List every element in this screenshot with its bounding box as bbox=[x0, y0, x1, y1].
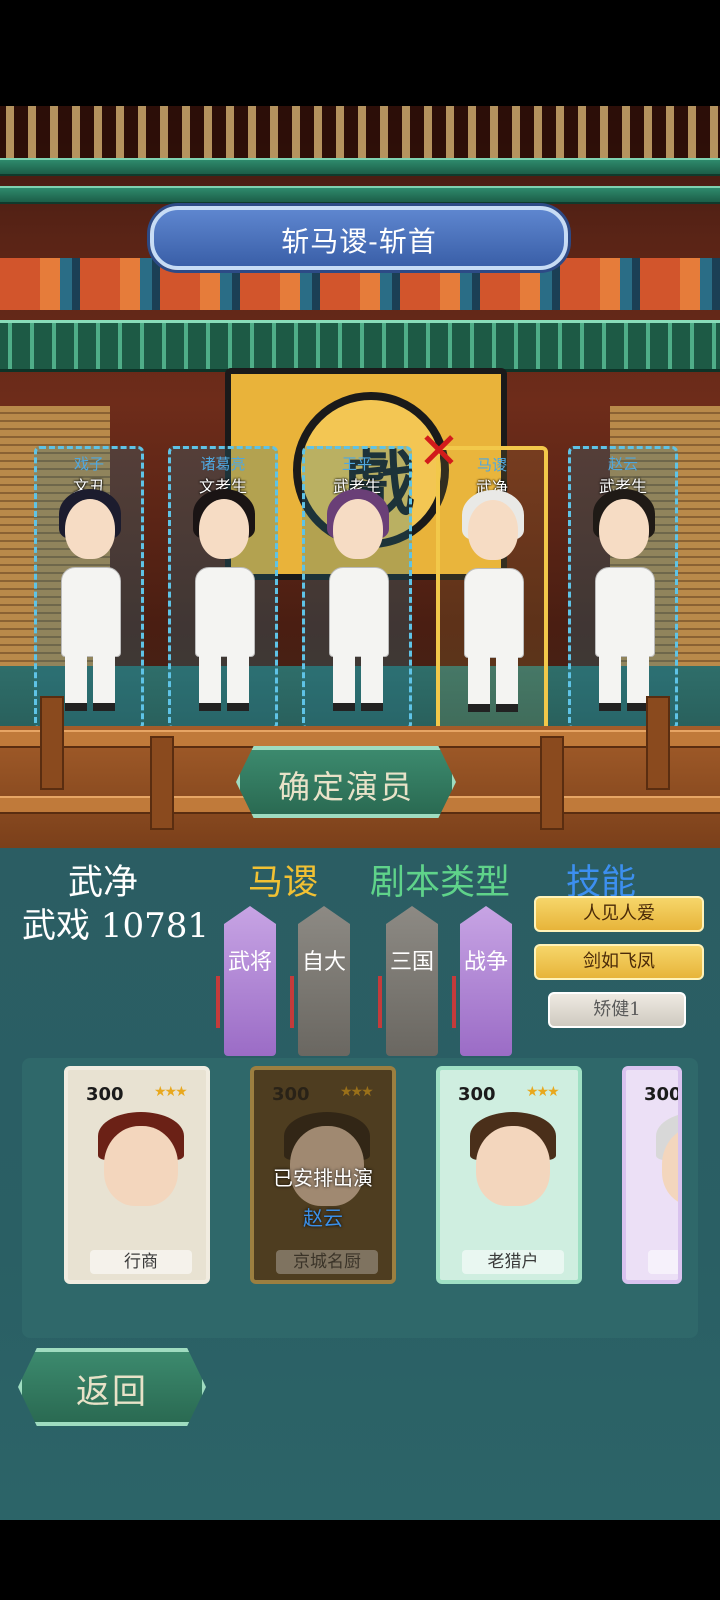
script-tag: 战争 bbox=[460, 906, 512, 1056]
script-tag-text: 自大 bbox=[301, 950, 346, 975]
skill-badge[interactable]: 人见人爱 bbox=[534, 896, 704, 932]
role-score: 武戏 10781 bbox=[22, 906, 209, 946]
script-tag-text: 武将 bbox=[227, 950, 272, 975]
actor-body bbox=[464, 568, 524, 658]
actor-body bbox=[195, 567, 255, 657]
character-card[interactable]: 300 ★★★ 行商 bbox=[64, 1066, 210, 1284]
actor-slot[interactable]: 赵云 武老生 bbox=[568, 446, 678, 730]
actor-face bbox=[333, 499, 383, 559]
rail-post bbox=[40, 696, 64, 790]
actor-shoes bbox=[333, 703, 383, 711]
remove-actor-icon[interactable]: ✕ bbox=[418, 422, 460, 480]
actor-face bbox=[65, 499, 115, 559]
actor-character-name: 诸葛亮 bbox=[200, 455, 246, 473]
actor-legs bbox=[65, 653, 115, 705]
rail-post bbox=[150, 736, 174, 830]
script-tag-text: 三国 bbox=[389, 950, 434, 975]
actor-face bbox=[599, 499, 649, 559]
script-tag: 三国 bbox=[386, 906, 438, 1056]
card-list[interactable]: 300★★★行商300★★★京城名厨已安排出演赵云300★★★老猎户300清 bbox=[22, 1058, 698, 1338]
card-assigned-actor: 赵云 bbox=[303, 1206, 343, 1230]
card-portrait bbox=[476, 1126, 550, 1206]
card-portrait bbox=[104, 1126, 178, 1206]
confirm-actors-label: 确定演员 bbox=[277, 768, 414, 806]
star-icon: ★★★ bbox=[154, 1084, 188, 1100]
actor-legs bbox=[333, 653, 383, 705]
actor-legs bbox=[199, 653, 249, 705]
play-title-banner: 斩马谡-斩首 bbox=[150, 206, 568, 270]
skill-badge[interactable]: 剑如飞凤 bbox=[534, 944, 704, 980]
card-name: 行商 bbox=[90, 1250, 192, 1274]
play-title: 斩马谡-斩首 bbox=[281, 225, 437, 258]
actor-shoes bbox=[199, 703, 249, 711]
tag-tassel bbox=[378, 976, 382, 1028]
actor-slot[interactable]: 戏子 文丑 bbox=[34, 446, 144, 730]
tag-tassel bbox=[452, 976, 456, 1028]
back-label: 返回 bbox=[76, 1372, 148, 1412]
actor-slot[interactable]: 诸葛亮 文老生 bbox=[168, 446, 278, 730]
card-cost: 300 bbox=[458, 1084, 496, 1105]
actor-legs bbox=[468, 654, 518, 706]
actor-shoes bbox=[468, 704, 518, 712]
character-card[interactable]: 300 清 bbox=[622, 1066, 682, 1284]
green-beam bbox=[0, 186, 720, 204]
skill-badge[interactable]: 矫健1 bbox=[548, 992, 686, 1028]
actor-character-name: 王平 bbox=[341, 455, 372, 473]
actor-body bbox=[595, 567, 655, 657]
actor-legs bbox=[599, 653, 649, 705]
confirm-actors-button[interactable]: 确定演员 bbox=[236, 746, 456, 818]
stage-scene: 戲 斩马谡-斩首 戏子 文丑 诸葛亮 文老生 王平 武老生 马谡 武净 赵云 武老生 ✕ 确定演员 bbox=[0, 106, 720, 848]
green-rail bbox=[0, 320, 720, 372]
card-name: 老猎户 bbox=[462, 1250, 564, 1274]
script-tag: 自大 bbox=[298, 906, 350, 1056]
script-tag: 武将 bbox=[224, 906, 276, 1056]
tag-tassel bbox=[290, 976, 294, 1028]
script-tag-text: 战争 bbox=[463, 950, 508, 975]
rail-bar bbox=[0, 730, 720, 748]
actor-character-name: 赵云 bbox=[607, 455, 638, 473]
back-button[interactable]: 返回 bbox=[18, 1348, 206, 1426]
actor-character-name: 戏子 bbox=[73, 455, 104, 473]
actor-face bbox=[199, 499, 249, 559]
card-name: 清 bbox=[648, 1250, 678, 1274]
header-script-type: 剧本类型 bbox=[370, 863, 511, 903]
card-status: 已安排出演 bbox=[273, 1166, 373, 1190]
rail-post bbox=[646, 696, 670, 790]
card-cost: 300 bbox=[86, 1084, 124, 1105]
actor-body bbox=[61, 567, 121, 657]
green-beam bbox=[0, 158, 720, 176]
card-cost: 300 bbox=[644, 1084, 682, 1105]
actor-face bbox=[468, 500, 518, 560]
rail-post bbox=[540, 736, 564, 830]
actor-slot[interactable]: 王平 武老生 bbox=[302, 446, 412, 730]
character-card[interactable]: 300 ★★★ 京城名厨 已安排出演 赵云 bbox=[250, 1066, 396, 1284]
actor-slot[interactable]: 马谡 武净 bbox=[436, 446, 548, 732]
header-character: 马谡 bbox=[248, 863, 319, 903]
actor-shoes bbox=[65, 703, 115, 711]
star-icon: ★★★ bbox=[526, 1084, 560, 1100]
character-card[interactable]: 300 ★★★ 老猎户 bbox=[436, 1066, 582, 1284]
actor-body bbox=[329, 567, 389, 657]
actor-shoes bbox=[599, 703, 649, 711]
tag-tassel bbox=[216, 976, 220, 1028]
